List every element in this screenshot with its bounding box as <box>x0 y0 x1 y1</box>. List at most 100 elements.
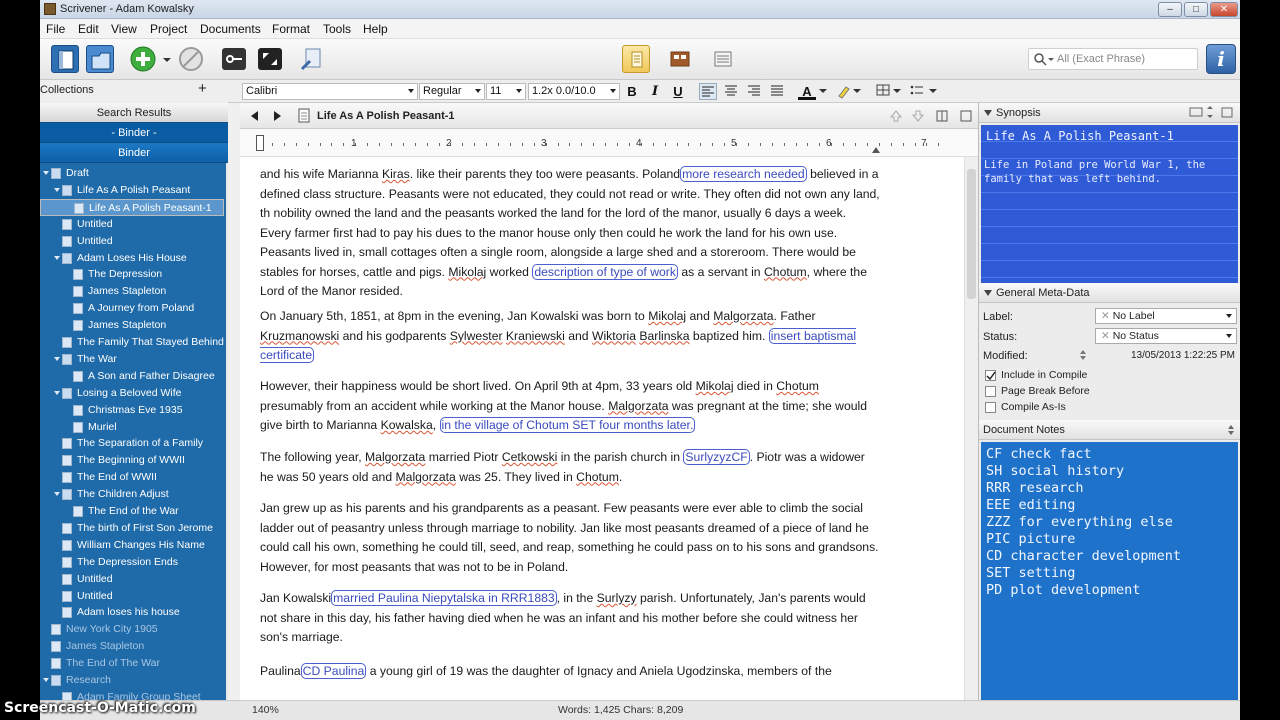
binder-item[interactable]: Life As A Polish Peasant <box>40 182 224 199</box>
menu-tools[interactable]: Tools <box>323 22 351 36</box>
align-right-button[interactable] <box>745 83 763 100</box>
underline-button[interactable]: U <box>669 83 687 100</box>
binder-item[interactable]: Adam Loses His House <box>40 250 224 267</box>
text-color-button[interactable]: A <box>798 83 816 100</box>
editor-scroll-thumb[interactable] <box>967 169 976 299</box>
up-arrow-icon[interactable] <box>890 110 902 122</box>
synopsis-card[interactable]: Life As A Polish Peasant-1 Life in Polan… <box>981 125 1238 285</box>
page-break-before-checkbox[interactable] <box>985 386 996 397</box>
binder-item[interactable]: Muriel <box>40 419 224 436</box>
inline-annotation[interactable]: married Paulina Niepytalska in RRR1883 <box>331 590 557 606</box>
menu-edit[interactable]: Edit <box>78 22 99 36</box>
maximize-button[interactable]: □ <box>1184 2 1208 17</box>
binder-tab[interactable]: Binder <box>40 143 228 163</box>
binder-item[interactable]: The War <box>40 351 224 368</box>
binder-item[interactable]: The Family That Stayed Behind <box>40 334 224 351</box>
align-left-button[interactable] <box>699 83 717 100</box>
add-dropdown-arrow[interactable] <box>162 45 172 73</box>
binder-item[interactable]: The birth of First Son Jerome <box>40 520 224 537</box>
inline-annotation[interactable]: in the village of Chotum SET four months… <box>439 417 696 433</box>
binder-toggle-button[interactable] <box>51 45 79 73</box>
menu-file[interactable]: File <box>46 22 65 36</box>
binder-item[interactable]: William Changes His Name <box>40 537 224 554</box>
justify-button[interactable] <box>768 83 786 100</box>
italic-button[interactable]: I <box>646 83 664 100</box>
table-button[interactable] <box>874 83 892 100</box>
binder-item[interactable]: The Beginning of WWII <box>40 452 224 469</box>
inspector-toggle-button[interactable]: i <box>1206 44 1236 74</box>
document-notes-area[interactable]: CF check fact SH social history RRR resear… <box>981 442 1238 700</box>
indent-marker[interactable] <box>256 135 264 151</box>
document-paragraph[interactable]: Jan Kowalski married Paulina Niepytalska … <box>260 589 880 648</box>
modified-sort-icon[interactable] <box>1079 349 1087 361</box>
menu-format[interactable]: Format <box>272 22 310 36</box>
expand-triangle-icon[interactable] <box>54 356 60 361</box>
binder-item[interactable]: James Stapleton <box>40 283 224 300</box>
label-select[interactable]: ✕ No Label <box>1095 308 1237 324</box>
close-split-icon[interactable] <box>960 110 972 122</box>
forward-arrow-icon[interactable] <box>270 109 284 123</box>
scrivenings-view-button[interactable] <box>622 45 650 73</box>
binder-item[interactable]: New York City 1905 <box>40 621 224 638</box>
add-document-button[interactable] <box>129 45 159 73</box>
bold-button[interactable]: B <box>623 83 641 100</box>
document-paragraph[interactable]: Jan grew up as his parents and his grand… <box>260 499 880 577</box>
quick-reference-button[interactable] <box>298 45 326 73</box>
font-family-select[interactable]: Calibri <box>242 83 418 100</box>
line-spacing-select[interactable]: 1.2x 0.0/10.0 <box>528 83 620 100</box>
binder-item[interactable]: The Depression <box>40 266 224 283</box>
binder-item[interactable]: Untitled <box>40 216 224 233</box>
synopsis-title[interactable]: Life As A Polish Peasant-1 <box>986 129 1174 143</box>
notes-select-icon[interactable] <box>1227 424 1235 436</box>
split-editor-icon[interactable] <box>936 110 948 122</box>
add-collection-icon[interactable]: + <box>198 80 207 97</box>
synopsis-text[interactable]: Life in Poland pre World War 1, the fami… <box>984 158 1234 186</box>
list-button[interactable] <box>908 83 926 100</box>
ruler[interactable]: 1 2 3 4 5 6 7 <box>240 129 978 157</box>
zoom-level[interactable]: 140% <box>252 704 279 716</box>
collapse-triangle-icon[interactable] <box>983 288 993 298</box>
highlight-button[interactable] <box>834 83 852 100</box>
status-select[interactable]: ✕ No Status <box>1095 328 1237 344</box>
binder-scrollbar[interactable] <box>226 163 228 700</box>
composition-mode-button[interactable] <box>256 45 284 73</box>
document-paragraph[interactable]: Paulina CD Paulina a young girl of 19 was… <box>260 662 880 682</box>
menu-project[interactable]: Project <box>150 22 187 36</box>
binder-item[interactable]: James Stapleton <box>40 638 224 655</box>
binder-item[interactable]: The Children Adjust <box>40 486 224 503</box>
binder-item[interactable]: James Stapleton <box>40 317 224 334</box>
inline-annotation[interactable]: description of type of work <box>532 263 678 280</box>
binder-item[interactable]: A Son and Father Disagree <box>40 368 224 385</box>
editor-scrollbar[interactable] <box>964 157 978 700</box>
binder-item[interactable]: A Journey from Poland <box>40 300 224 317</box>
delete-button[interactable] <box>176 45 206 73</box>
corkboard-view-button[interactable] <box>666 45 694 73</box>
binder-item[interactable]: Losing a Beloved Wife <box>40 385 224 402</box>
highlight-dropdown[interactable] <box>852 83 862 100</box>
expand-triangle-icon[interactable] <box>54 187 60 192</box>
synopsis-image-toggle-icon[interactable] <box>1189 106 1235 120</box>
inline-annotation[interactable]: CD Paulina <box>300 663 367 679</box>
table-dropdown[interactable] <box>892 83 902 100</box>
inline-annotation[interactable]: SurlyzyzCF <box>683 449 750 465</box>
list-dropdown[interactable] <box>928 83 938 100</box>
minimize-button[interactable]: – <box>1158 2 1182 17</box>
binder-item[interactable]: The End of The War <box>40 655 224 672</box>
search-results-tab[interactable]: Search Results <box>40 103 228 123</box>
close-button[interactable]: ✕ <box>1210 2 1238 17</box>
binder-collection-tab[interactable]: - Binder - <box>40 123 228 143</box>
expand-triangle-icon[interactable] <box>54 255 60 260</box>
menu-documents[interactable]: Documents <box>200 22 261 36</box>
expand-triangle-icon[interactable] <box>43 678 49 682</box>
binder-item[interactable]: The End of WWII <box>40 469 224 486</box>
project-search-input[interactable]: All (Exact Phrase) <box>1028 48 1198 70</box>
expand-triangle-icon[interactable] <box>54 390 60 395</box>
font-weight-select[interactable]: Regular <box>419 83 485 100</box>
compile-as-is-checkbox[interactable] <box>985 402 996 413</box>
binder-item[interactable]: The Separation of a Family <box>40 435 224 452</box>
menu-help[interactable]: Help <box>363 22 388 36</box>
expand-triangle-icon[interactable] <box>43 171 49 175</box>
document-paragraph[interactable]: The following year, Malgorzata married P… <box>260 448 880 487</box>
back-arrow-icon[interactable] <box>248 109 262 123</box>
document-paragraph[interactable]: However, their happiness would be short … <box>260 377 880 436</box>
